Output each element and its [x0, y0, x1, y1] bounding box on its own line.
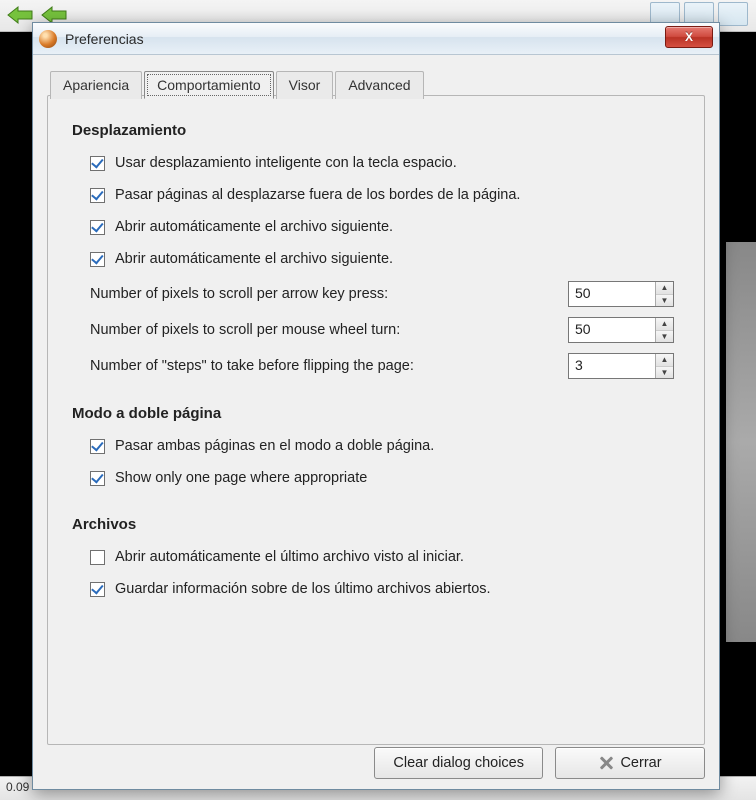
- checkbox-auto-open-next-2[interactable]: [90, 252, 105, 267]
- spinner-up-icon[interactable]: ▲: [656, 282, 673, 295]
- tab-frame: Apariencia Comportamiento Visor Advanced…: [47, 95, 705, 745]
- section-heading-doble: Modo a doble página: [72, 405, 680, 422]
- dialog-title: Preferencias: [65, 31, 144, 47]
- label-px-wheel: Number of pixels to scroll per mouse whe…: [90, 322, 568, 338]
- tab-apariencia[interactable]: Apariencia: [50, 71, 142, 99]
- checkbox-flip-outside[interactable]: [90, 188, 105, 203]
- label-steps: Number of "steps" to take before flippin…: [90, 358, 568, 374]
- dialog-titlebar[interactable]: Preferencias X: [33, 23, 719, 55]
- spinner-value[interactable]: 3: [569, 354, 655, 378]
- button-label: Clear dialog choices: [393, 755, 524, 771]
- section-heading-desplazamiento: Desplazamiento: [72, 122, 680, 139]
- status-text: 0.09: [6, 780, 29, 794]
- spinner-up-icon[interactable]: ▲: [656, 354, 673, 367]
- close-dialog-button[interactable]: Cerrar: [555, 747, 705, 779]
- spinner-down-icon[interactable]: ▼: [656, 295, 673, 307]
- spinner-down-icon[interactable]: ▼: [656, 331, 673, 343]
- checkbox-auto-open-next-1[interactable]: [90, 220, 105, 235]
- app-icon: [39, 30, 57, 48]
- close-icon: X: [685, 30, 693, 44]
- checkbox-one-page[interactable]: [90, 471, 105, 486]
- label-open-last: Abrir automáticamente el último archivo …: [115, 549, 464, 565]
- dialog-content: Apariencia Comportamiento Visor Advanced…: [33, 55, 719, 789]
- tab-strip: Apariencia Comportamiento Visor Advanced: [50, 70, 426, 98]
- label-save-info: Guardar información sobre de los último …: [115, 581, 491, 597]
- checkbox-smart-scroll[interactable]: [90, 156, 105, 171]
- spinner-steps[interactable]: 3 ▲ ▼: [568, 353, 674, 379]
- label-px-arrow: Number of pixels to scroll per arrow key…: [90, 286, 568, 302]
- clear-dialog-choices-button[interactable]: Clear dialog choices: [374, 747, 543, 779]
- spinner-value[interactable]: 50: [569, 282, 655, 306]
- label-auto-open-next-1: Abrir automáticamente el archivo siguien…: [115, 219, 393, 235]
- label-flip-both: Pasar ambas páginas en el modo a doble p…: [115, 438, 434, 454]
- nav-arrow-icon[interactable]: [6, 4, 34, 26]
- section-heading-archivos: Archivos: [72, 516, 680, 533]
- checkbox-flip-both[interactable]: [90, 439, 105, 454]
- spinner-down-icon[interactable]: ▼: [656, 367, 673, 379]
- dialog-button-bar: Clear dialog choices Cerrar: [374, 747, 705, 779]
- checkbox-open-last[interactable]: [90, 550, 105, 565]
- tab-visor[interactable]: Visor: [276, 71, 334, 99]
- tab-advanced[interactable]: Advanced: [335, 71, 423, 99]
- label-one-page: Show only one page where appropriate: [115, 470, 367, 486]
- spinner-px-arrow[interactable]: 50 ▲ ▼: [568, 281, 674, 307]
- checkbox-save-info[interactable]: [90, 582, 105, 597]
- button-label: Cerrar: [620, 755, 661, 771]
- label-flip-outside: Pasar páginas al desplazarse fuera de lo…: [115, 187, 520, 203]
- close-button[interactable]: X: [665, 26, 713, 48]
- spinner-value[interactable]: 50: [569, 318, 655, 342]
- page-image-edge: [726, 242, 756, 642]
- spinner-px-wheel[interactable]: 50 ▲ ▼: [568, 317, 674, 343]
- tab-panel-comportamiento: Desplazamiento Usar desplazamiento intel…: [48, 96, 704, 744]
- close-icon: [598, 755, 614, 771]
- tab-comportamiento[interactable]: Comportamiento: [144, 71, 274, 99]
- spinner-up-icon[interactable]: ▲: [656, 318, 673, 331]
- toolbar-button[interactable]: [718, 2, 748, 26]
- preferences-dialog: Preferencias X Apariencia Comportamiento…: [32, 22, 720, 790]
- label-smart-scroll: Usar desplazamiento inteligente con la t…: [115, 155, 457, 171]
- label-auto-open-next-2: Abrir automáticamente el archivo siguien…: [115, 251, 393, 267]
